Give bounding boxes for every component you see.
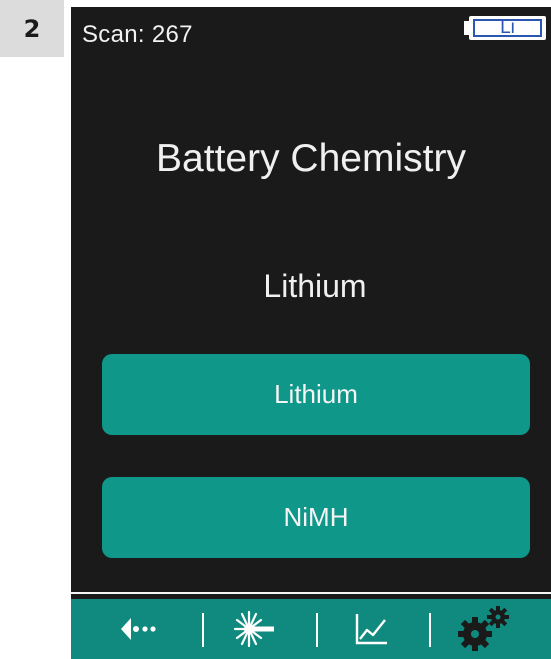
bottom-toolbar — [71, 599, 551, 659]
nimh-option-button[interactable]: NiMH — [102, 477, 530, 558]
laser-scan-button[interactable] — [219, 599, 289, 659]
device-screen: Scan: 267 Li Battery Chemistry Lithium L… — [71, 7, 551, 659]
current-chemistry-value: Lithium — [263, 268, 367, 304]
toolbar-separator — [429, 613, 431, 647]
toolbar-separator — [202, 613, 204, 647]
toolbar-separator — [316, 613, 318, 647]
back-menu-icon — [121, 618, 156, 640]
toolbar-divider-line — [71, 592, 551, 594]
back-button[interactable] — [111, 599, 171, 659]
chart-icon — [355, 614, 387, 645]
battery-chemistry-label: Li — [473, 18, 542, 37]
laser-scan-icon — [233, 610, 274, 648]
step-number-badge: 2 — [0, 0, 64, 57]
settings-button[interactable] — [449, 599, 519, 659]
battery-body: Li — [469, 16, 546, 40]
scan-count: Scan: 267 — [82, 21, 193, 48]
battery-indicator: Li — [464, 16, 546, 40]
settings-gears-icon — [458, 606, 509, 651]
page-title: Battery Chemistry — [156, 137, 466, 180]
lithium-option-button[interactable]: Lithium — [102, 354, 530, 435]
chart-button[interactable] — [341, 599, 401, 659]
